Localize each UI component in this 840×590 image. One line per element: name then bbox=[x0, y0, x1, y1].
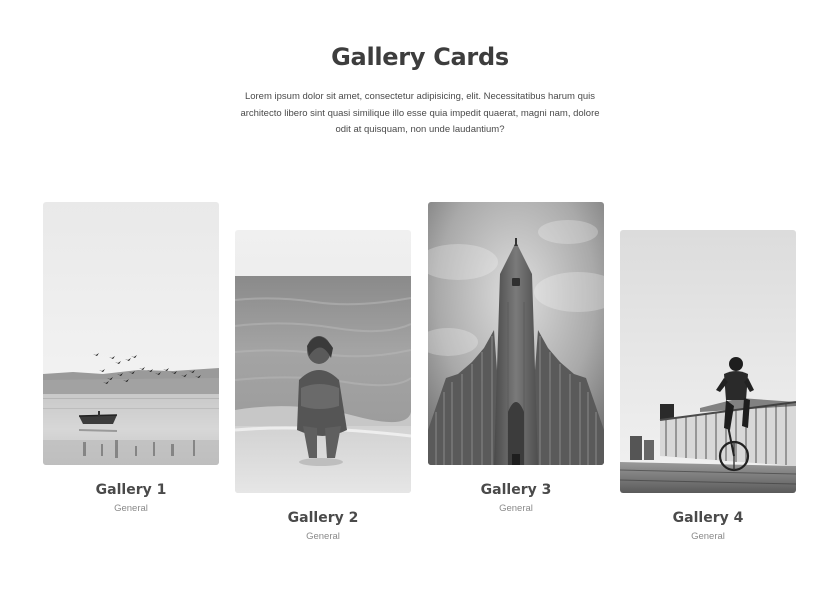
gallery-2-category: General bbox=[306, 531, 340, 542]
gallery-3-title[interactable]: Gallery 3 bbox=[428, 482, 604, 498]
gallery-1-title[interactable]: Gallery 1 bbox=[43, 482, 219, 498]
gallery-1-image[interactable] bbox=[43, 202, 219, 465]
page-description: Lorem ipsum dolor sit amet, consectetur … bbox=[240, 91, 600, 135]
gallery-2-image[interactable] bbox=[235, 230, 411, 493]
lake-birds-boat-photo bbox=[43, 202, 219, 465]
gallery-4-title[interactable]: Gallery 4 bbox=[620, 510, 796, 526]
gallery-card-3[interactable]: Gallery 3 General bbox=[428, 202, 604, 515]
gallery-4-category: General bbox=[691, 531, 725, 542]
cyclist-on-bridge-photo bbox=[620, 230, 796, 493]
page-title: Gallery Cards bbox=[331, 43, 509, 71]
gallery-3-category: General bbox=[499, 503, 533, 514]
gallery-4-image[interactable] bbox=[620, 230, 796, 493]
church-tower-photo bbox=[428, 202, 604, 465]
gallery-card-1[interactable]: Gallery 1 General bbox=[43, 202, 219, 515]
gallery-3-image[interactable] bbox=[428, 202, 604, 465]
gallery-card-4[interactable]: Gallery 4 General bbox=[620, 230, 796, 543]
gallery-1-category: General bbox=[114, 503, 148, 514]
gallery-2-title[interactable]: Gallery 2 bbox=[235, 510, 411, 526]
woman-on-beach-photo bbox=[235, 230, 411, 493]
gallery-card-2[interactable]: Gallery 2 General bbox=[235, 230, 411, 543]
